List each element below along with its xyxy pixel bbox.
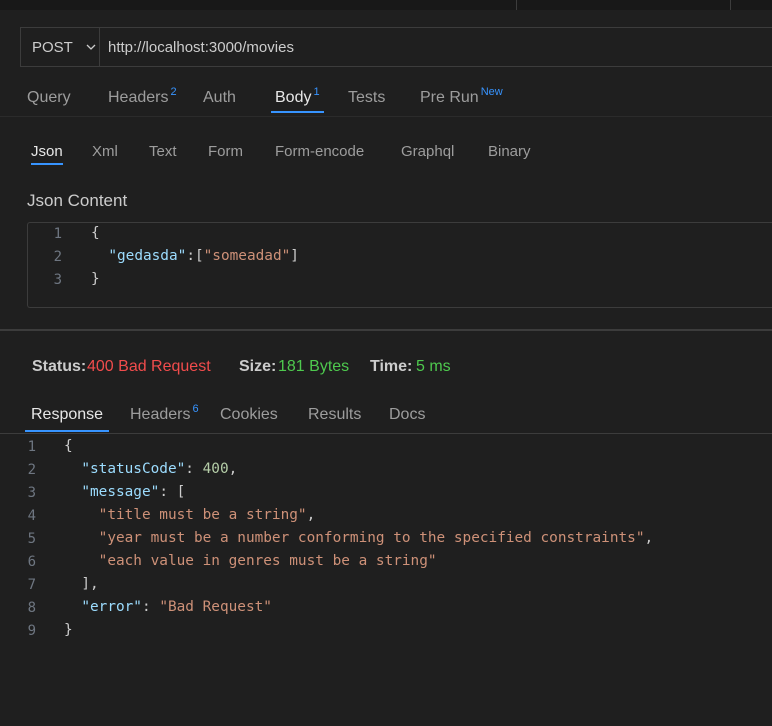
tab-response-headers[interactable]: Headers 6 (130, 403, 199, 424)
tab-text[interactable]: Text (149, 143, 177, 160)
tab-query[interactable]: Query (27, 89, 71, 107)
tab-label: Headers (130, 406, 191, 423)
tab-docs[interactable]: Docs (389, 406, 425, 424)
line-number: 2 (53, 249, 62, 265)
line-number: 1 (53, 226, 62, 242)
tab-form[interactable]: Form (208, 143, 243, 160)
line-number: 2 (27, 462, 36, 478)
tab-label: Docs (389, 406, 426, 423)
chevron-down-icon (86, 44, 96, 50)
tab-json[interactable]: Json (31, 143, 63, 165)
top-strip-divider (516, 0, 517, 10)
tab-response[interactable]: Response (24, 406, 110, 432)
size-label: Size: (239, 358, 277, 375)
line-number: 1 (27, 439, 36, 455)
tab-form-encode[interactable]: Form-encode (275, 143, 364, 160)
request-tabs: Query Headers 2 Auth Body 1 Tests Pre Run N… (0, 78, 772, 116)
method-select[interactable]: POST (21, 28, 100, 66)
code-line: "error": "Bad Request" (81, 599, 272, 615)
size-value: 181 Bytes (278, 358, 350, 375)
request-body-editor[interactable]: 1 2 3 { "gedasda":["someadad"] } (27, 222, 772, 308)
tab-body[interactable]: Body 1 (271, 86, 324, 113)
time-value: 5 ms (416, 358, 451, 375)
code-line: { (64, 438, 73, 454)
code-line: "year must be a number conforming to the… (98, 530, 654, 546)
tab-auth[interactable]: Auth (203, 89, 236, 107)
line-number: 7 (27, 577, 36, 593)
top-strip-divider (730, 0, 731, 10)
tab-label: Auth (203, 89, 236, 106)
tab-tests[interactable]: Tests (348, 89, 385, 107)
status-label: Status: (32, 358, 87, 375)
tab-cookies[interactable]: Cookies (220, 406, 278, 424)
code-line: } (64, 622, 73, 638)
code-line: ], (81, 576, 99, 592)
url-input[interactable] (100, 28, 772, 66)
tab-label: Response (31, 406, 104, 423)
tab-binary[interactable]: Binary (488, 143, 531, 160)
line-number: 5 (27, 531, 36, 547)
tab-label: Query (27, 89, 71, 106)
tab-headers[interactable]: Headers 2 (108, 86, 177, 107)
time-label: Time: (370, 358, 413, 375)
tab-badge: 2 (170, 86, 177, 98)
response-divider (0, 433, 772, 434)
code-line: "title must be a string", (98, 507, 316, 523)
code-line: { (91, 225, 100, 241)
code-line: "message": [ (81, 484, 186, 500)
code-line: "each value in genres must be a string" (98, 553, 437, 569)
line-number: 3 (53, 272, 62, 288)
pane-splitter[interactable] (0, 329, 772, 331)
code-line: } (91, 271, 100, 287)
tab-label: Results (308, 406, 362, 423)
top-strip (0, 0, 772, 10)
tab-label: Pre Run (420, 89, 479, 106)
tab-badge: 6 (192, 403, 199, 415)
tab-xml[interactable]: Xml (92, 143, 118, 160)
line-number: 6 (27, 554, 36, 570)
url-bar: POST (20, 27, 772, 67)
tab-label: Headers (108, 89, 169, 106)
method-label: POST (32, 38, 73, 56)
tab-label: Cookies (220, 406, 278, 423)
tab-results[interactable]: Results (308, 406, 361, 424)
code-line: "gedasda":["someadad"] (108, 248, 299, 264)
code-line: "statusCode": 400, (81, 461, 238, 477)
tab-badge: 1 (313, 86, 320, 98)
json-content-label: Json Content (27, 191, 128, 210)
line-number: 9 (27, 623, 36, 639)
tab-graphql[interactable]: Graphql (401, 143, 454, 160)
tab-label: Body (275, 89, 312, 106)
line-number: 3 (27, 485, 36, 501)
tab-pre-run[interactable]: Pre Run New (420, 86, 503, 107)
status-value: 400 Bad Request (87, 358, 211, 375)
tab-badge-new: New (480, 86, 503, 98)
tab-label: Tests (348, 89, 386, 106)
tabs-divider (0, 116, 772, 117)
line-number: 8 (27, 600, 36, 616)
line-number: 4 (27, 508, 36, 524)
